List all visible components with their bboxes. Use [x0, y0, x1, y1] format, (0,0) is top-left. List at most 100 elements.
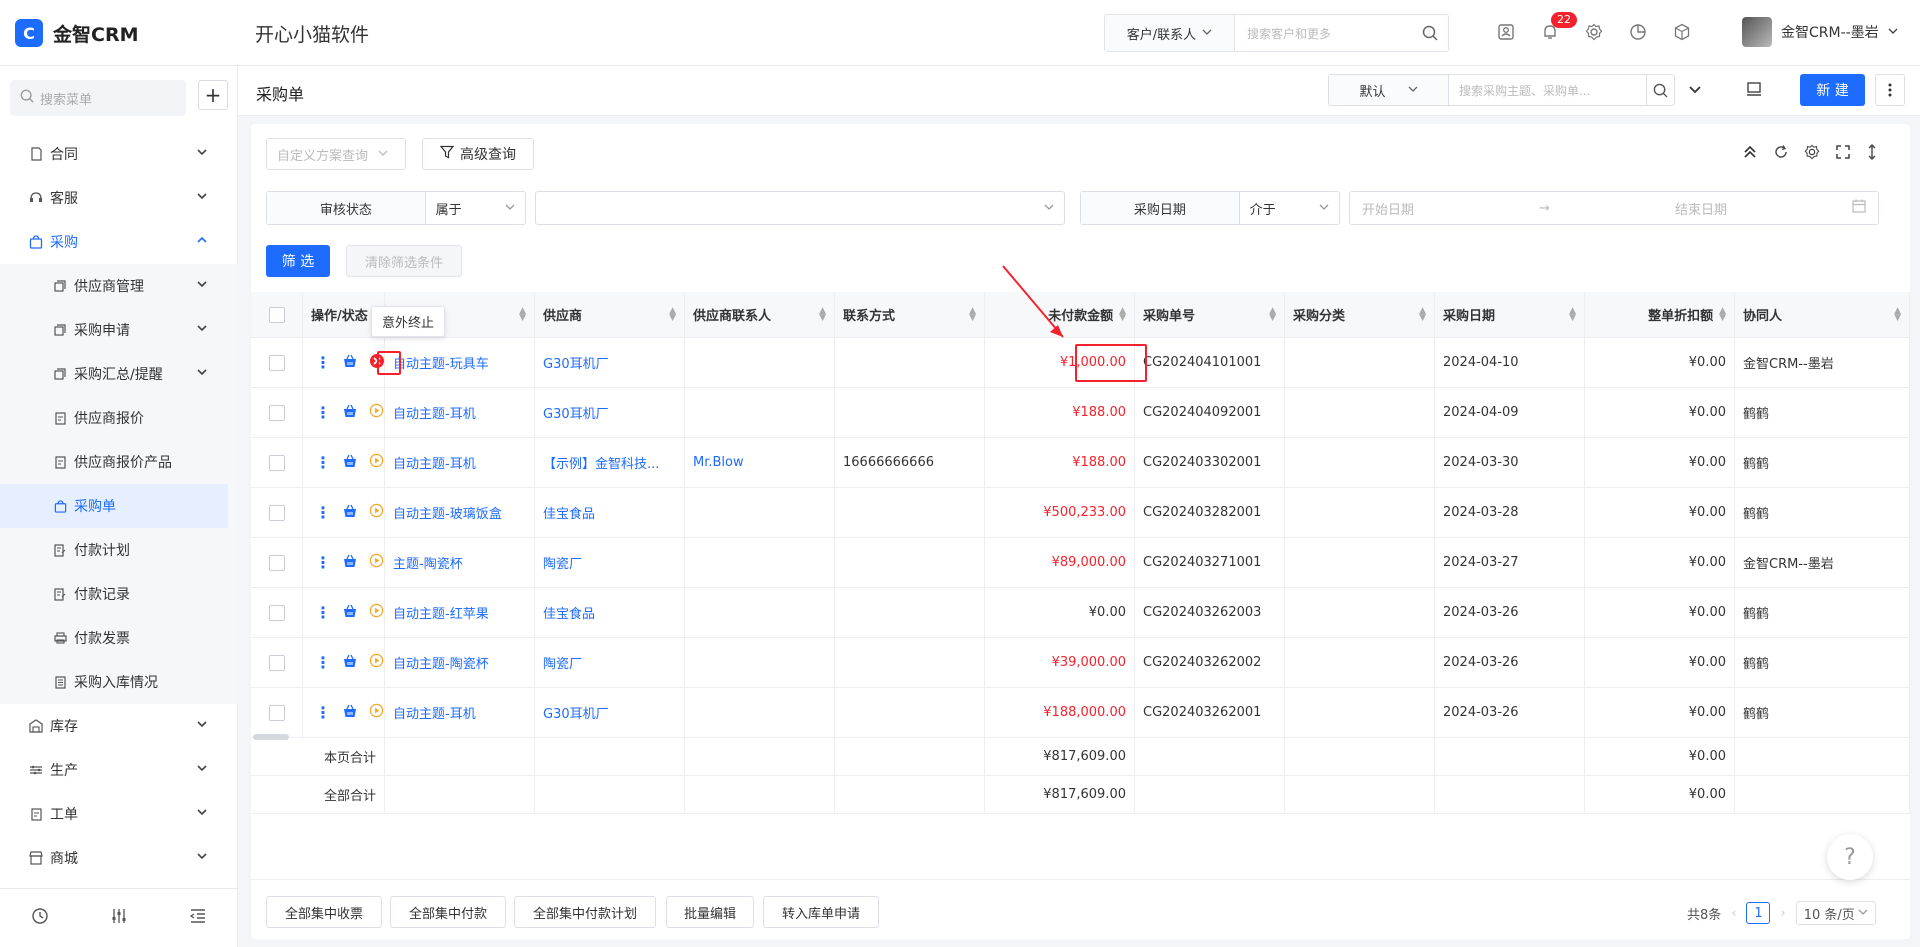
play-circle-icon[interactable]	[369, 603, 384, 622]
search-scope-select[interactable]: 默认	[1329, 75, 1449, 105]
new-button[interactable]: 新 建	[1800, 74, 1865, 106]
end-date-input[interactable]: 结束日期	[1675, 199, 1727, 218]
gear-icon[interactable]	[1804, 144, 1820, 164]
sort-icon[interactable]: ▲ ▼	[1119, 306, 1126, 322]
basket-icon[interactable]	[343, 704, 357, 722]
table-row[interactable]: ⋮ 自动主题-耳机 【示例】金智科技... Mr.Blow 16666666666 ¥18…	[251, 438, 1910, 488]
play-circle-icon[interactable]	[369, 703, 384, 722]
sliders-icon[interactable]	[110, 907, 128, 929]
monitor-icon[interactable]	[1746, 81, 1762, 101]
more-vertical-icon[interactable]: ⋮	[315, 703, 331, 722]
batch-edit-button[interactable]: 批量编辑	[666, 896, 754, 928]
more-vertical-icon[interactable]: ⋮	[315, 453, 331, 472]
cell-text[interactable]: G30耳机厂	[543, 703, 609, 722]
basket-icon[interactable]	[343, 654, 357, 672]
row-checkbox[interactable]	[268, 454, 285, 471]
page-size-select[interactable]: 10 条/页	[1795, 901, 1876, 925]
user-menu[interactable]: 金智CRM--墨岩	[1742, 17, 1898, 47]
batch-receive-invoice-button[interactable]: 全部集中收票	[266, 896, 382, 928]
advanced-query-button[interactable]: 高级查询	[422, 138, 534, 170]
gear-icon[interactable]	[1583, 20, 1605, 44]
next-page-icon[interactable]: ›	[1780, 906, 1785, 921]
sidebar-item-inventory[interactable]: 库存	[0, 704, 238, 748]
row-checkbox[interactable]	[268, 604, 285, 621]
more-vertical-icon[interactable]: ⋮	[315, 603, 331, 622]
sidebar-item-purchase-request[interactable]: 采购申请	[0, 308, 238, 352]
cell-text[interactable]: 主题-陶瓷杯	[393, 553, 463, 572]
sidebar-item-contract[interactable]: 合同	[0, 132, 238, 176]
help-icon[interactable]: ?	[1827, 834, 1873, 880]
table-row[interactable]: ⋮ 自动主题-玻璃饭盒 佳宝食品 ¥500,233.00 CG202403282001 2…	[251, 488, 1910, 538]
play-circle-icon[interactable]	[369, 653, 384, 672]
cell-text[interactable]: 自动主题-玩具车	[393, 353, 489, 372]
contact-card-icon[interactable]	[1495, 20, 1517, 44]
cell-text[interactable]: Mr.Blow	[693, 455, 744, 470]
row-checkbox[interactable]	[268, 704, 285, 721]
row-checkbox[interactable]	[268, 554, 285, 571]
pie-chart-icon[interactable]	[1627, 20, 1649, 44]
cell-text[interactable]: 陶瓷厂	[543, 553, 582, 572]
logo[interactable]: C 金智CRM	[15, 19, 138, 47]
basket-icon[interactable]	[343, 454, 357, 472]
sidebar-item-purchase[interactable]: 采购	[0, 220, 238, 264]
play-circle-icon[interactable]	[369, 503, 384, 522]
search-icon[interactable]	[1412, 25, 1448, 41]
menu-search-input[interactable]: 搜索菜单	[10, 80, 186, 116]
filter-audit-status-operator[interactable]: 属于	[426, 192, 525, 224]
sidebar-item-payment-invoice[interactable]: 付款发票	[0, 616, 238, 660]
sort-icon[interactable]: ▲ ▼	[519, 306, 526, 322]
fullscreen-icon[interactable]	[1835, 144, 1851, 164]
sidebar-item-purchase-stock-in[interactable]: 采购入库情况	[0, 660, 238, 704]
cell-text[interactable]: 自动主题-耳机	[393, 703, 476, 722]
chevron-down-icon[interactable]	[1688, 82, 1702, 100]
add-menu-button[interactable]: +	[198, 80, 228, 110]
sidebar-item-purchase-order[interactable]: 采购单	[0, 484, 228, 528]
horizontal-scrollbar[interactable]	[253, 734, 289, 740]
cube-icon[interactable]	[1671, 20, 1693, 44]
sidebar-item-supplier-management[interactable]: 供应商管理	[0, 264, 238, 308]
sidebar-item-work-order[interactable]: 工单	[0, 792, 238, 836]
cell-text[interactable]: 自动主题-红苹果	[393, 603, 489, 622]
sort-icon[interactable]: ▲ ▼	[1419, 306, 1426, 322]
row-height-icon[interactable]	[1866, 144, 1878, 164]
sidebar-item-production[interactable]: 生产	[0, 748, 238, 792]
table-row[interactable]: ⋮ 自动主题-陶瓷杯 陶瓷厂 ¥39,000.00 CG202403262002 2024…	[251, 638, 1910, 688]
basket-icon[interactable]	[343, 504, 357, 522]
bell-icon[interactable]: 22	[1539, 12, 1577, 44]
sort-icon[interactable]: ▲ ▼	[1569, 306, 1576, 322]
clear-filter-button[interactable]: 清除筛选条件	[346, 245, 462, 277]
filter-button[interactable]: 筛 选	[266, 245, 330, 277]
cell-text[interactable]: 佳宝食品	[543, 503, 595, 522]
column-header-cb[interactable]	[251, 292, 303, 337]
sort-icon[interactable]: ▲ ▼	[969, 306, 976, 322]
play-circle-icon[interactable]	[369, 553, 384, 572]
scheme-query-select[interactable]: 自定义方案查询	[266, 138, 406, 170]
batch-payment-button[interactable]: 全部集中付款	[390, 896, 506, 928]
more-vertical-icon[interactable]	[1875, 74, 1905, 106]
page-1[interactable]: 1	[1746, 902, 1771, 924]
cell-text[interactable]: 【示例】金智科技...	[543, 453, 659, 472]
play-circle-icon[interactable]	[369, 403, 384, 422]
basket-icon[interactable]	[343, 554, 357, 572]
sidebar-item-supplier-quote[interactable]: 供应商报价	[0, 396, 238, 440]
collapse-up-icon[interactable]	[1742, 144, 1758, 164]
sidebar-item-purchase-summary[interactable]: 采购汇总/提醒	[0, 352, 238, 396]
cell-text[interactable]: 自动主题-陶瓷杯	[393, 653, 489, 672]
cell-text[interactable]: 自动主题-玻璃饭盒	[393, 503, 502, 522]
row-checkbox[interactable]	[268, 404, 285, 421]
sort-icon[interactable]: ▲ ▼	[819, 306, 826, 322]
refresh-icon[interactable]	[1773, 144, 1789, 164]
batch-payment-plan-button[interactable]: 全部集中付款计划	[514, 896, 656, 928]
cell-text[interactable]: 自动主题-耳机	[393, 453, 476, 472]
more-vertical-icon[interactable]: ⋮	[315, 353, 331, 372]
transfer-stock-in-request-button[interactable]: 转入库单申请	[763, 896, 879, 928]
global-search-scope[interactable]: 客户/联系人	[1105, 15, 1235, 51]
sidebar-item-supplier-quote-products[interactable]: 供应商报价产品	[0, 440, 238, 484]
collapse-menu-icon[interactable]	[189, 907, 207, 929]
filter-audit-status-value[interactable]	[535, 191, 1065, 225]
prev-page-icon[interactable]: ‹	[1731, 906, 1736, 921]
list-search-input[interactable]: 搜索采购主题、采购单...	[1449, 75, 1646, 105]
cell-text[interactable]: 自动主题-耳机	[393, 403, 476, 422]
table-row[interactable]: ⋮ 自动主题-耳机 G30耳机厂 ¥188,000.00 CG202403262001 2…	[251, 688, 1910, 738]
basket-icon[interactable]	[343, 404, 357, 422]
